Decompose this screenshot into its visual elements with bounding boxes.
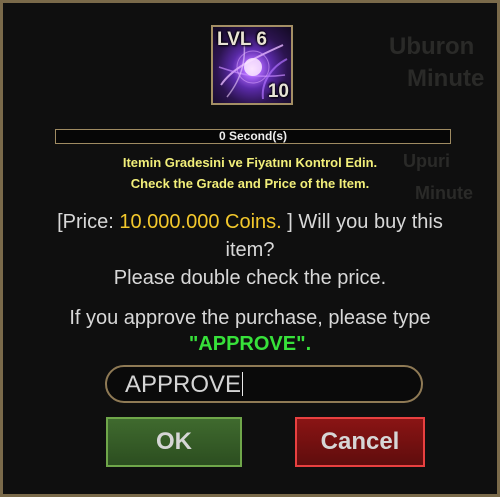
approve-keyword: "APPROVE". — [188, 333, 312, 355]
countdown-timer-bar: 0 Second(s) — [55, 129, 451, 144]
item-icon: LVL 6 10 — [211, 25, 293, 105]
cancel-button[interactable]: Cancel — [295, 417, 425, 467]
countdown-timer-label: 0 Second(s) — [218, 129, 287, 143]
item-count: 10 — [267, 81, 289, 102]
approve-input-value[interactable]: APPROVE — [125, 371, 244, 399]
item-level-label: LVL 6 — [217, 29, 267, 50]
approve-instruction: If you approve the purchase, please type… — [23, 305, 477, 357]
text-caret — [242, 372, 244, 396]
double-check-note: Please double check the price. — [113, 267, 387, 289]
approve-input-text[interactable]: APPROVE — [125, 371, 241, 398]
price-message: [Price: 10.000.000 Coins. ] Will you buy… — [33, 208, 467, 292]
ok-button[interactable]: OK — [106, 417, 242, 467]
price-value: 10.000.000 Coins. — [119, 211, 282, 233]
price-prefix: [Price: — [57, 211, 120, 233]
notice-turkish: Itemin Gradesini ve Fiyatını Kontrol Edi… — [122, 155, 378, 170]
notice-english: Check the Grade and Price of the Item. — [130, 176, 370, 191]
background-text: Uburon — [389, 33, 475, 60]
background-text: Minute — [407, 65, 485, 92]
instruction-text: If you approve the purchase, please type — [69, 307, 431, 329]
purchase-confirm-dialog: Uburon Minute Upuri Minute LVL 6 10 0 Se… — [0, 0, 500, 497]
approve-input[interactable]: APPROVE — [105, 365, 423, 403]
